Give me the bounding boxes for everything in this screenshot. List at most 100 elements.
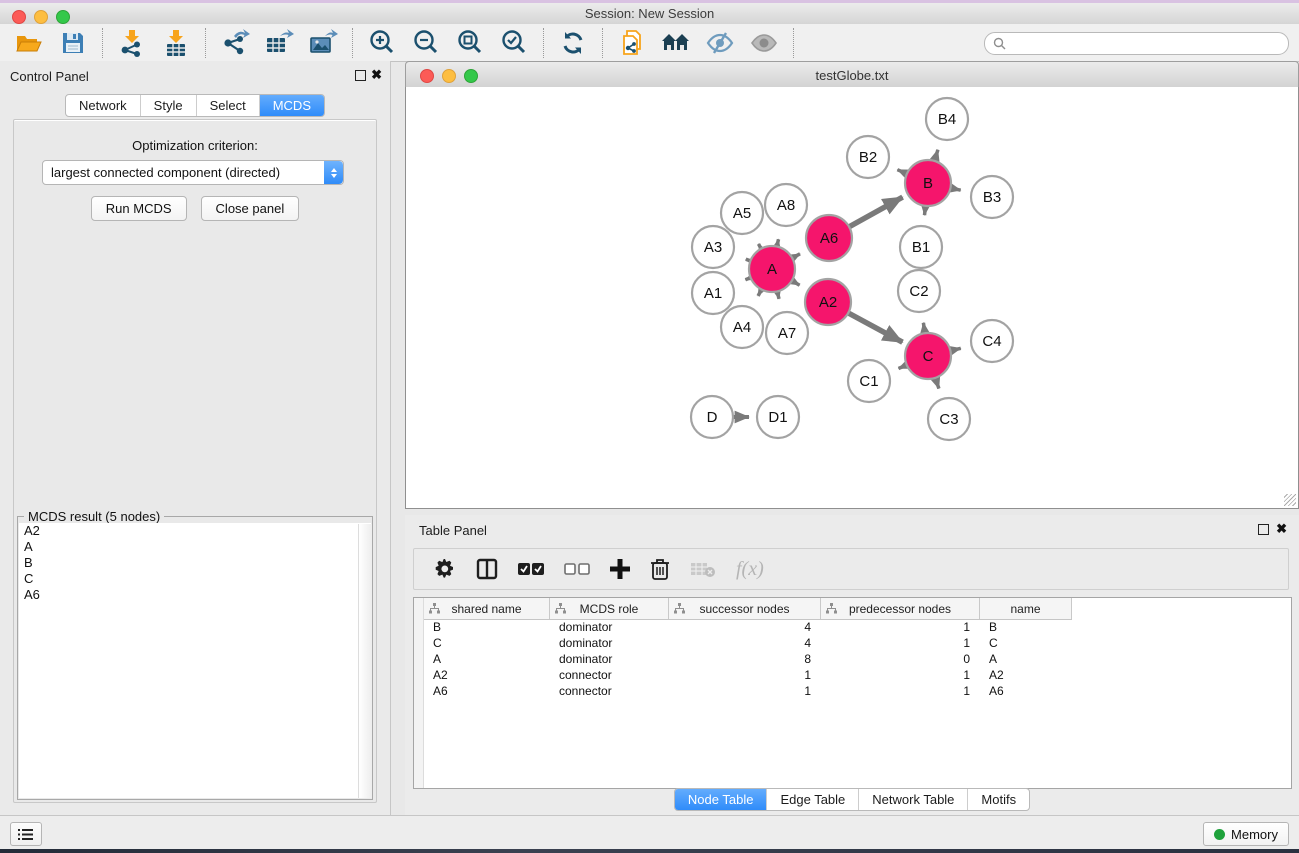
table-row[interactable]: Adominator80A [424,651,1291,667]
float-table-panel-icon[interactable] [1258,524,1269,535]
tab-select[interactable]: Select [196,95,259,116]
node-label-C3: C3 [939,411,958,428]
column-header-shared-name[interactable]: shared name [424,598,550,619]
add-icon[interactable] [610,556,630,582]
control-panel-tabs: NetworkStyleSelectMCDS [65,94,325,117]
main-toolbar [0,24,1299,62]
node-label-A5: A5 [733,205,751,222]
status-bar: Memory [0,815,1299,850]
float-panel-icon[interactable] [355,70,366,81]
columns-icon[interactable] [476,556,498,582]
table-cell: 1 [821,683,980,699]
network-view-window: testGlobe.txt AA1A2A3A4A5A6A7A8BB1B2B3B4… [405,61,1299,510]
table-cell: dominator [550,635,669,651]
deselect-all-icon[interactable] [564,556,590,582]
tab-style[interactable]: Style [140,95,196,116]
resize-grip[interactable] [1284,494,1296,506]
tab-motifs[interactable]: Motifs [967,789,1029,810]
refresh-icon[interactable] [556,28,590,58]
open-session-icon[interactable] [12,28,46,58]
save-session-icon[interactable] [56,28,90,58]
tab-node-table[interactable]: Node Table [675,789,767,810]
home-icon[interactable] [659,28,693,58]
tab-mcds[interactable]: MCDS [259,95,324,116]
node-label-B3: B3 [983,189,1001,206]
toolbar-group-import [103,28,206,58]
export-network-icon[interactable] [218,28,252,58]
network-window-titlebar[interactable]: testGlobe.txt [405,61,1299,89]
search-input[interactable] [984,32,1289,55]
node-label-C1: C1 [859,373,878,390]
network-window-title: testGlobe.txt [406,68,1298,83]
mcds-result-item[interactable]: B [19,555,371,571]
zoom-selected-icon[interactable] [497,28,531,58]
table-cell: B [424,619,550,635]
mcds-result-item[interactable]: A2 [19,523,371,539]
table-cell: 0 [821,651,980,667]
delete-table-icon[interactable] [690,556,716,582]
run-mcds-button[interactable]: Run MCDS [91,196,187,221]
export-table-icon[interactable] [262,28,296,58]
table-cell: connector [550,683,669,699]
node-label-B2: B2 [859,149,877,166]
table-cell: C [980,635,1072,651]
toolbar-group-export [206,28,353,58]
task-history-button[interactable] [10,822,42,846]
memory-button[interactable]: Memory [1203,822,1289,846]
node-label-A8: A8 [777,197,795,214]
eye-slash-icon[interactable] [703,28,737,58]
scrollbar[interactable] [358,524,372,798]
mcds-result-list[interactable]: A2ABCA6 [19,523,371,798]
search-icon [993,37,1006,50]
close-panel-icon[interactable]: ✖ [371,67,382,83]
tab-network-table[interactable]: Network Table [858,789,967,810]
memory-status-icon [1214,829,1225,840]
table-row[interactable]: A2connector11A2 [424,667,1291,683]
node-label-C4: C4 [982,333,1001,350]
node-table[interactable]: shared nameMCDS rolesuccessor nodesprede… [413,597,1292,789]
close-panel-button[interactable]: Close panel [201,196,300,221]
clone-network-icon[interactable] [615,28,649,58]
table-cell: dominator [550,619,669,635]
node-label-A2: A2 [819,294,837,311]
table-row[interactable]: Cdominator41C [424,635,1291,651]
function-builder-icon[interactable]: f(x) [736,556,764,582]
network-canvas[interactable]: AA1A2A3A4A5A6A7A8BB1B2B3B4CC1C2C3C4DD1 [405,87,1299,509]
node-label-A3: A3 [704,239,722,256]
control-panel-title: Control Panel [10,69,89,84]
delete-icon[interactable] [650,556,670,582]
mcds-result-group: MCDS result (5 nodes) A2ABCA6 [17,516,373,800]
table-body: Bdominator41BCdominator41CAdominator80AA… [424,619,1291,788]
zoom-fit-icon[interactable] [453,28,487,58]
table-panel-title: Table Panel [419,523,487,538]
table-cell: 4 [669,635,821,651]
table-cell: A [424,651,550,667]
network-graph[interactable]: AA1A2A3A4A5A6A7A8BB1B2B3B4CC1C2C3C4DD1 [406,87,1298,508]
table-row[interactable]: Bdominator41B [424,619,1291,635]
import-network-icon[interactable] [115,28,149,58]
toolbar-group-refresh [544,28,603,58]
export-image-icon[interactable] [306,28,340,58]
import-table-icon[interactable] [159,28,193,58]
tab-network[interactable]: Network [66,95,140,116]
select-all-icon[interactable] [518,556,544,582]
table-cell: 1 [669,683,821,699]
column-header-successor-nodes[interactable]: successor nodes [669,598,821,619]
mcds-result-item[interactable]: A [19,539,371,555]
table-cell: A6 [424,683,550,699]
column-header-name[interactable]: name [980,598,1072,619]
column-header-MCDS-role[interactable]: MCDS role [550,598,669,619]
column-header-predecessor-nodes[interactable]: predecessor nodes [821,598,980,619]
control-panel-header: Control Panel ✖ [0,61,390,89]
tab-edge-table[interactable]: Edge Table [766,789,858,810]
close-table-panel-icon[interactable]: ✖ [1276,521,1287,537]
table-row[interactable]: A6connector11A6 [424,683,1291,699]
eye-icon[interactable] [747,28,781,58]
mcds-result-item[interactable]: C [19,571,371,587]
zoom-in-icon[interactable] [365,28,399,58]
gear-icon[interactable] [434,556,456,582]
app-titlebar[interactable]: Session: New Session [0,3,1299,25]
mcds-result-item[interactable]: A6 [19,587,371,603]
criterion-dropdown[interactable]: largest connected component (directed) [42,160,344,185]
zoom-out-icon[interactable] [409,28,443,58]
